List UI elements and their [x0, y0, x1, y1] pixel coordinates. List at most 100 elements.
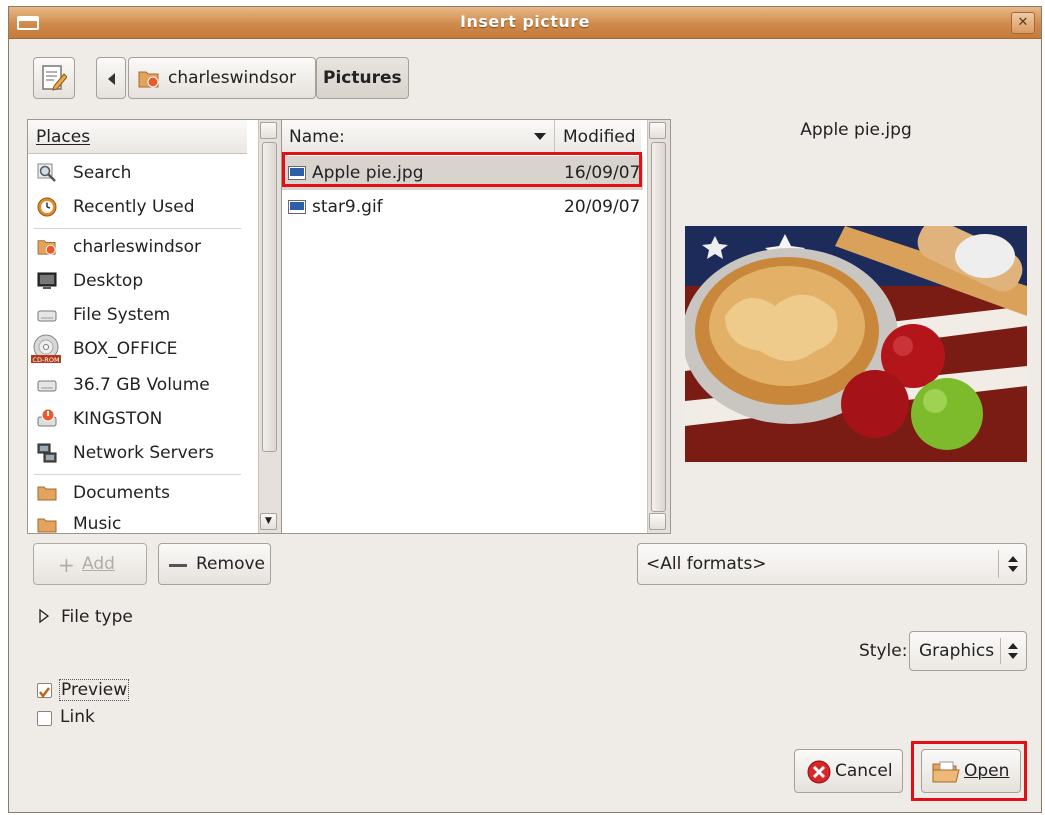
- modified-column-label: Modified: [563, 127, 636, 147]
- preview-checkbox[interactable]: Preview: [37, 677, 137, 703]
- scroll-thumb[interactable]: [651, 142, 666, 512]
- modified-column-header[interactable]: Modified: [555, 120, 641, 154]
- title-bar[interactable]: Insert picture ✕: [9, 7, 1041, 39]
- cdrom-badge-text: CD-ROM: [32, 356, 59, 364]
- link-label: Link: [60, 707, 95, 727]
- place-label: Network Servers: [73, 443, 214, 463]
- add-icon: +: [58, 553, 75, 577]
- path-scroll-left-button[interactable]: [96, 57, 126, 99]
- cancel-icon: [807, 760, 831, 784]
- place-label: 36.7 GB Volume: [73, 375, 210, 395]
- combo-arrows-icon: [1008, 556, 1018, 572]
- preview-checkbox-box[interactable]: [37, 683, 52, 699]
- network-icon: [37, 443, 57, 463]
- add-bookmark-button[interactable]: + Add: [33, 543, 147, 585]
- place-label: Search: [73, 163, 132, 183]
- close-window-button[interactable]: ✕: [1011, 12, 1035, 34]
- place-kingston[interactable]: KINGSTON: [28, 402, 247, 436]
- recent-clock-icon: [37, 197, 57, 217]
- place-volume[interactable]: 36.7 GB Volume: [28, 368, 247, 402]
- place-desktop[interactable]: Desktop: [28, 264, 247, 298]
- folder-icon: [37, 518, 57, 533]
- place-recently-used[interactable]: Recently Used: [28, 190, 247, 224]
- place-label: Desktop: [73, 271, 144, 291]
- places-scrollbar[interactable]: ▼: [258, 120, 281, 533]
- path-crumb-charleswindsor[interactable]: charleswindsor: [128, 57, 316, 99]
- scroll-down-button[interactable]: [649, 513, 666, 530]
- path-crumb-pictures[interactable]: Pictures: [316, 57, 409, 99]
- selection-highlight-annotation: [282, 152, 642, 187]
- file-filter-value: <All formats>: [646, 554, 767, 574]
- apple-pie-picture: [685, 226, 1027, 462]
- name-column-label: Name:: [289, 127, 345, 147]
- file-type-label: File type: [61, 607, 133, 627]
- edit-location-icon: [42, 65, 67, 91]
- place-documents[interactable]: Documents: [28, 476, 247, 510]
- scroll-down-button[interactable]: ▼: [260, 513, 277, 530]
- remove-bookmark-button[interactable]: Remove: [158, 543, 271, 585]
- file-filter-combo[interactable]: <All formats>: [637, 543, 1027, 585]
- checkmark-icon: [39, 687, 50, 699]
- cancel-button[interactable]: Cancel: [794, 749, 903, 793]
- place-label: File System: [73, 305, 171, 325]
- name-column-header[interactable]: Name:: [282, 120, 555, 154]
- crumb-label-active: Pictures: [323, 68, 402, 88]
- place-search[interactable]: Search: [28, 156, 247, 190]
- hard-drive-icon: [37, 380, 57, 392]
- file-name: star9.gif: [312, 197, 383, 217]
- usb-drive-icon: [37, 408, 57, 427]
- window-title: Insert picture: [459, 12, 591, 31]
- file-modified: 20/09/07: [564, 197, 641, 217]
- style-value: Graphics: [919, 641, 995, 661]
- preview-label: Preview: [59, 679, 130, 701]
- cdrom-icon: CD-ROM: [31, 334, 61, 364]
- insert-picture-dialog: Insert picture ✕ charleswindsor Pictures…: [8, 6, 1042, 813]
- left-arrow-icon: [108, 73, 115, 85]
- image-file-icon: [288, 200, 306, 214]
- type-location-button[interactable]: [33, 57, 75, 99]
- expander-arrow-icon: [39, 609, 49, 623]
- remove-label: Remove: [196, 554, 265, 574]
- link-checkbox[interactable]: Link: [37, 705, 117, 731]
- sort-descending-icon: [534, 133, 546, 140]
- places-separator: [34, 228, 241, 229]
- cancel-label: Cancel: [835, 761, 893, 781]
- place-file-system[interactable]: File System: [28, 298, 247, 332]
- place-label: charleswindsor: [73, 237, 202, 257]
- folder-icon: [37, 486, 57, 501]
- preview-filename: Apple pie.jpg: [800, 120, 912, 140]
- scroll-up-button[interactable]: [649, 122, 666, 139]
- place-network-servers[interactable]: Network Servers: [28, 436, 247, 470]
- desktop-icon: [37, 272, 57, 289]
- scroll-up-button[interactable]: [260, 122, 277, 139]
- crumb-label: charleswindsor: [168, 68, 297, 88]
- open-highlight-annotation: [911, 741, 1027, 801]
- preview-image: [685, 226, 1027, 462]
- style-label: Style:: [859, 641, 908, 661]
- file-type-expander[interactable]: File type: [35, 605, 175, 629]
- hard-drive-icon: [37, 310, 57, 322]
- combo-arrows-icon: [1008, 643, 1018, 659]
- link-checkbox-box[interactable]: [37, 711, 52, 726]
- place-label: Documents: [73, 483, 170, 503]
- file-row-star9[interactable]: star9.gif 20/09/07: [282, 190, 643, 224]
- file-list-scrollbar[interactable]: [647, 120, 670, 533]
- places-header-label: Places: [36, 127, 91, 147]
- search-icon: [37, 163, 56, 182]
- scroll-thumb[interactable]: [262, 142, 277, 452]
- place-music[interactable]: Music: [28, 510, 247, 534]
- place-label: Recently Used: [73, 197, 195, 217]
- places-separator: [34, 474, 241, 475]
- home-folder-icon: [138, 71, 159, 88]
- remove-icon: [169, 564, 187, 567]
- add-label: Add: [82, 554, 115, 574]
- home-folder-icon: [37, 240, 56, 255]
- place-label: Music: [73, 514, 122, 534]
- places-panel: Places Search Recently Used charleswinds…: [27, 119, 282, 534]
- place-label: KINGSTON: [73, 409, 163, 429]
- place-label: BOX_OFFICE: [73, 339, 178, 359]
- place-box-office[interactable]: CD-ROM BOX_OFFICE: [28, 332, 247, 366]
- place-home[interactable]: charleswindsor: [28, 230, 247, 264]
- style-combo[interactable]: Graphics: [909, 631, 1027, 671]
- places-header[interactable]: Places: [28, 120, 247, 154]
